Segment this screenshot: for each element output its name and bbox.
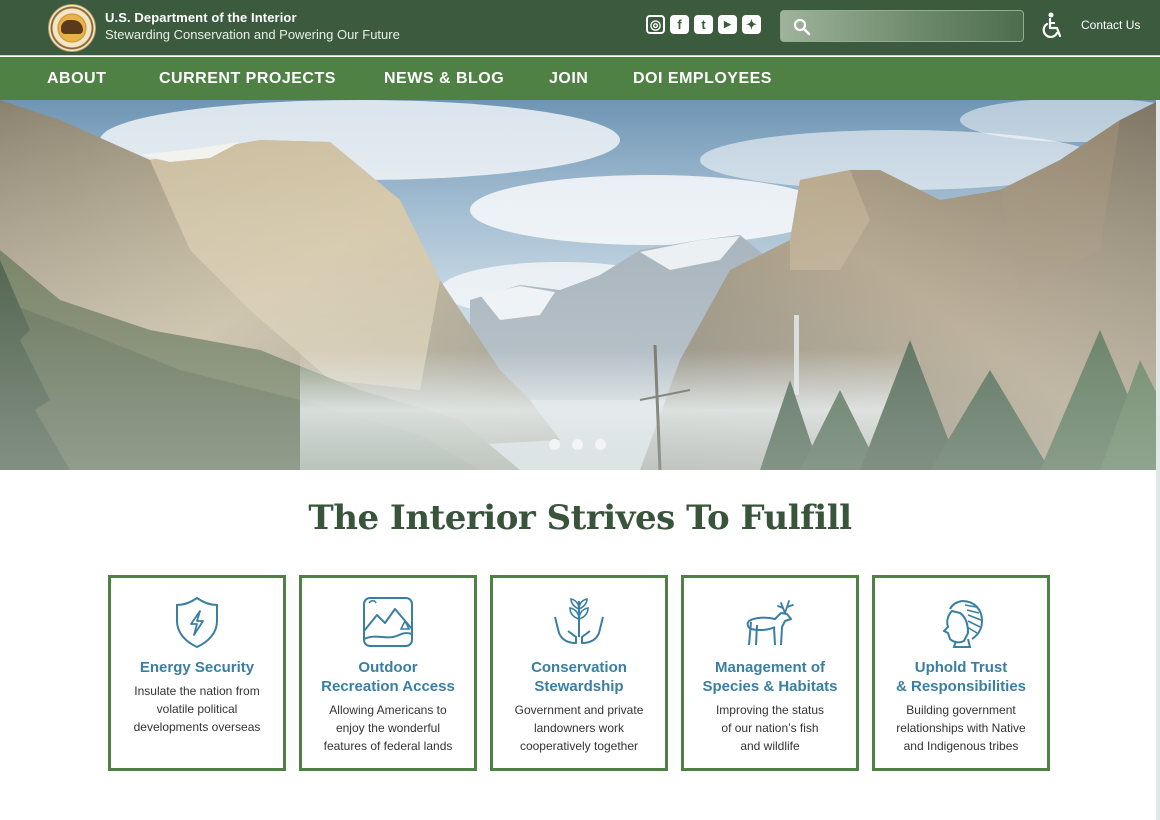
card-description: Improving the status of our nation’s fis… — [715, 703, 825, 753]
mission-card-trust-responsibilities[interactable]: Uphold Trust & Responsibilities Building… — [872, 575, 1050, 771]
youtube-icon[interactable]: ▶ — [718, 15, 737, 34]
nav-item-about[interactable]: ABOUT — [47, 70, 106, 88]
mission-card-energy-security[interactable]: Energy Security Insulate the nation from… — [108, 575, 286, 771]
bison-icon — [61, 20, 83, 34]
mission-card-outdoor-recreation[interactable]: Outdoor Recreation Access Allowing Ameri… — [299, 575, 477, 771]
nav-item-news-blog[interactable]: NEWS & BLOG — [384, 70, 504, 88]
accessibility-icon[interactable] — [1040, 12, 1066, 40]
landscape-icon — [363, 597, 413, 647]
search-input[interactable] — [780, 10, 1024, 42]
nav-item-join[interactable]: JOIN — [549, 70, 588, 88]
contact-us-link[interactable]: Contact Us — [1081, 18, 1140, 32]
site-title[interactable]: U.S. Department of the Interior — [105, 10, 297, 25]
instagram-icon[interactable]: ◎ — [646, 15, 665, 34]
card-description: Insulate the nation from volatile politi… — [133, 684, 261, 734]
page-edge — [1156, 100, 1160, 820]
card-title: Management of Species & Habitats — [702, 659, 838, 695]
card-title: Energy Security — [139, 659, 255, 676]
hands-plant-icon — [554, 598, 604, 644]
carousel-dot[interactable] — [549, 439, 560, 450]
tumblr-icon[interactable]: t — [694, 15, 713, 34]
hero-image-yosemite-valley — [0, 100, 1160, 470]
hero-carousel[interactable] — [0, 100, 1160, 470]
carousel-dot[interactable] — [572, 439, 583, 450]
site-header: U.S. Department of the Interior Stewardi… — [0, 0, 1160, 56]
section-title: The Interior Strives To Fulfill — [308, 498, 852, 538]
carousel-dot[interactable] — [595, 439, 606, 450]
card-title: Uphold Trust & Responsibilities — [895, 659, 1027, 695]
facebook-icon[interactable]: f — [670, 15, 689, 34]
card-description: Allowing Americans to enjoy the wonderfu… — [323, 703, 453, 753]
mission-card-conservation-stewardship[interactable]: Conservation Stewardship Government and … — [490, 575, 668, 771]
mission-card-species-habitats[interactable]: Management of Species & Habitats Improvi… — [681, 575, 859, 771]
native-headdress-icon — [943, 600, 984, 648]
card-title: Outdoor Recreation Access — [321, 659, 455, 695]
carousel-indicators — [549, 439, 606, 450]
deer-icon — [746, 600, 794, 646]
shield-lightning-icon — [176, 596, 218, 649]
search-icon[interactable] — [793, 18, 811, 36]
social-links: ◎ f t ▶ ✦ — [646, 15, 761, 34]
nav-item-current-projects[interactable]: CURRENT PROJECTS — [159, 70, 336, 88]
card-description: Government and private landowners work c… — [514, 703, 644, 753]
twitter-icon[interactable]: ✦ — [742, 15, 761, 34]
main-nav: ABOUT CURRENT PROJECTS NEWS & BLOG JOIN … — [0, 57, 1160, 100]
nav-item-doi-employees[interactable]: DOI EMPLOYEES — [633, 70, 772, 88]
card-description: Building government relationships with N… — [896, 703, 1026, 753]
site-tagline: Stewarding Conservation and Powering Our… — [105, 27, 400, 42]
card-title: Conservation Stewardship — [531, 659, 627, 695]
